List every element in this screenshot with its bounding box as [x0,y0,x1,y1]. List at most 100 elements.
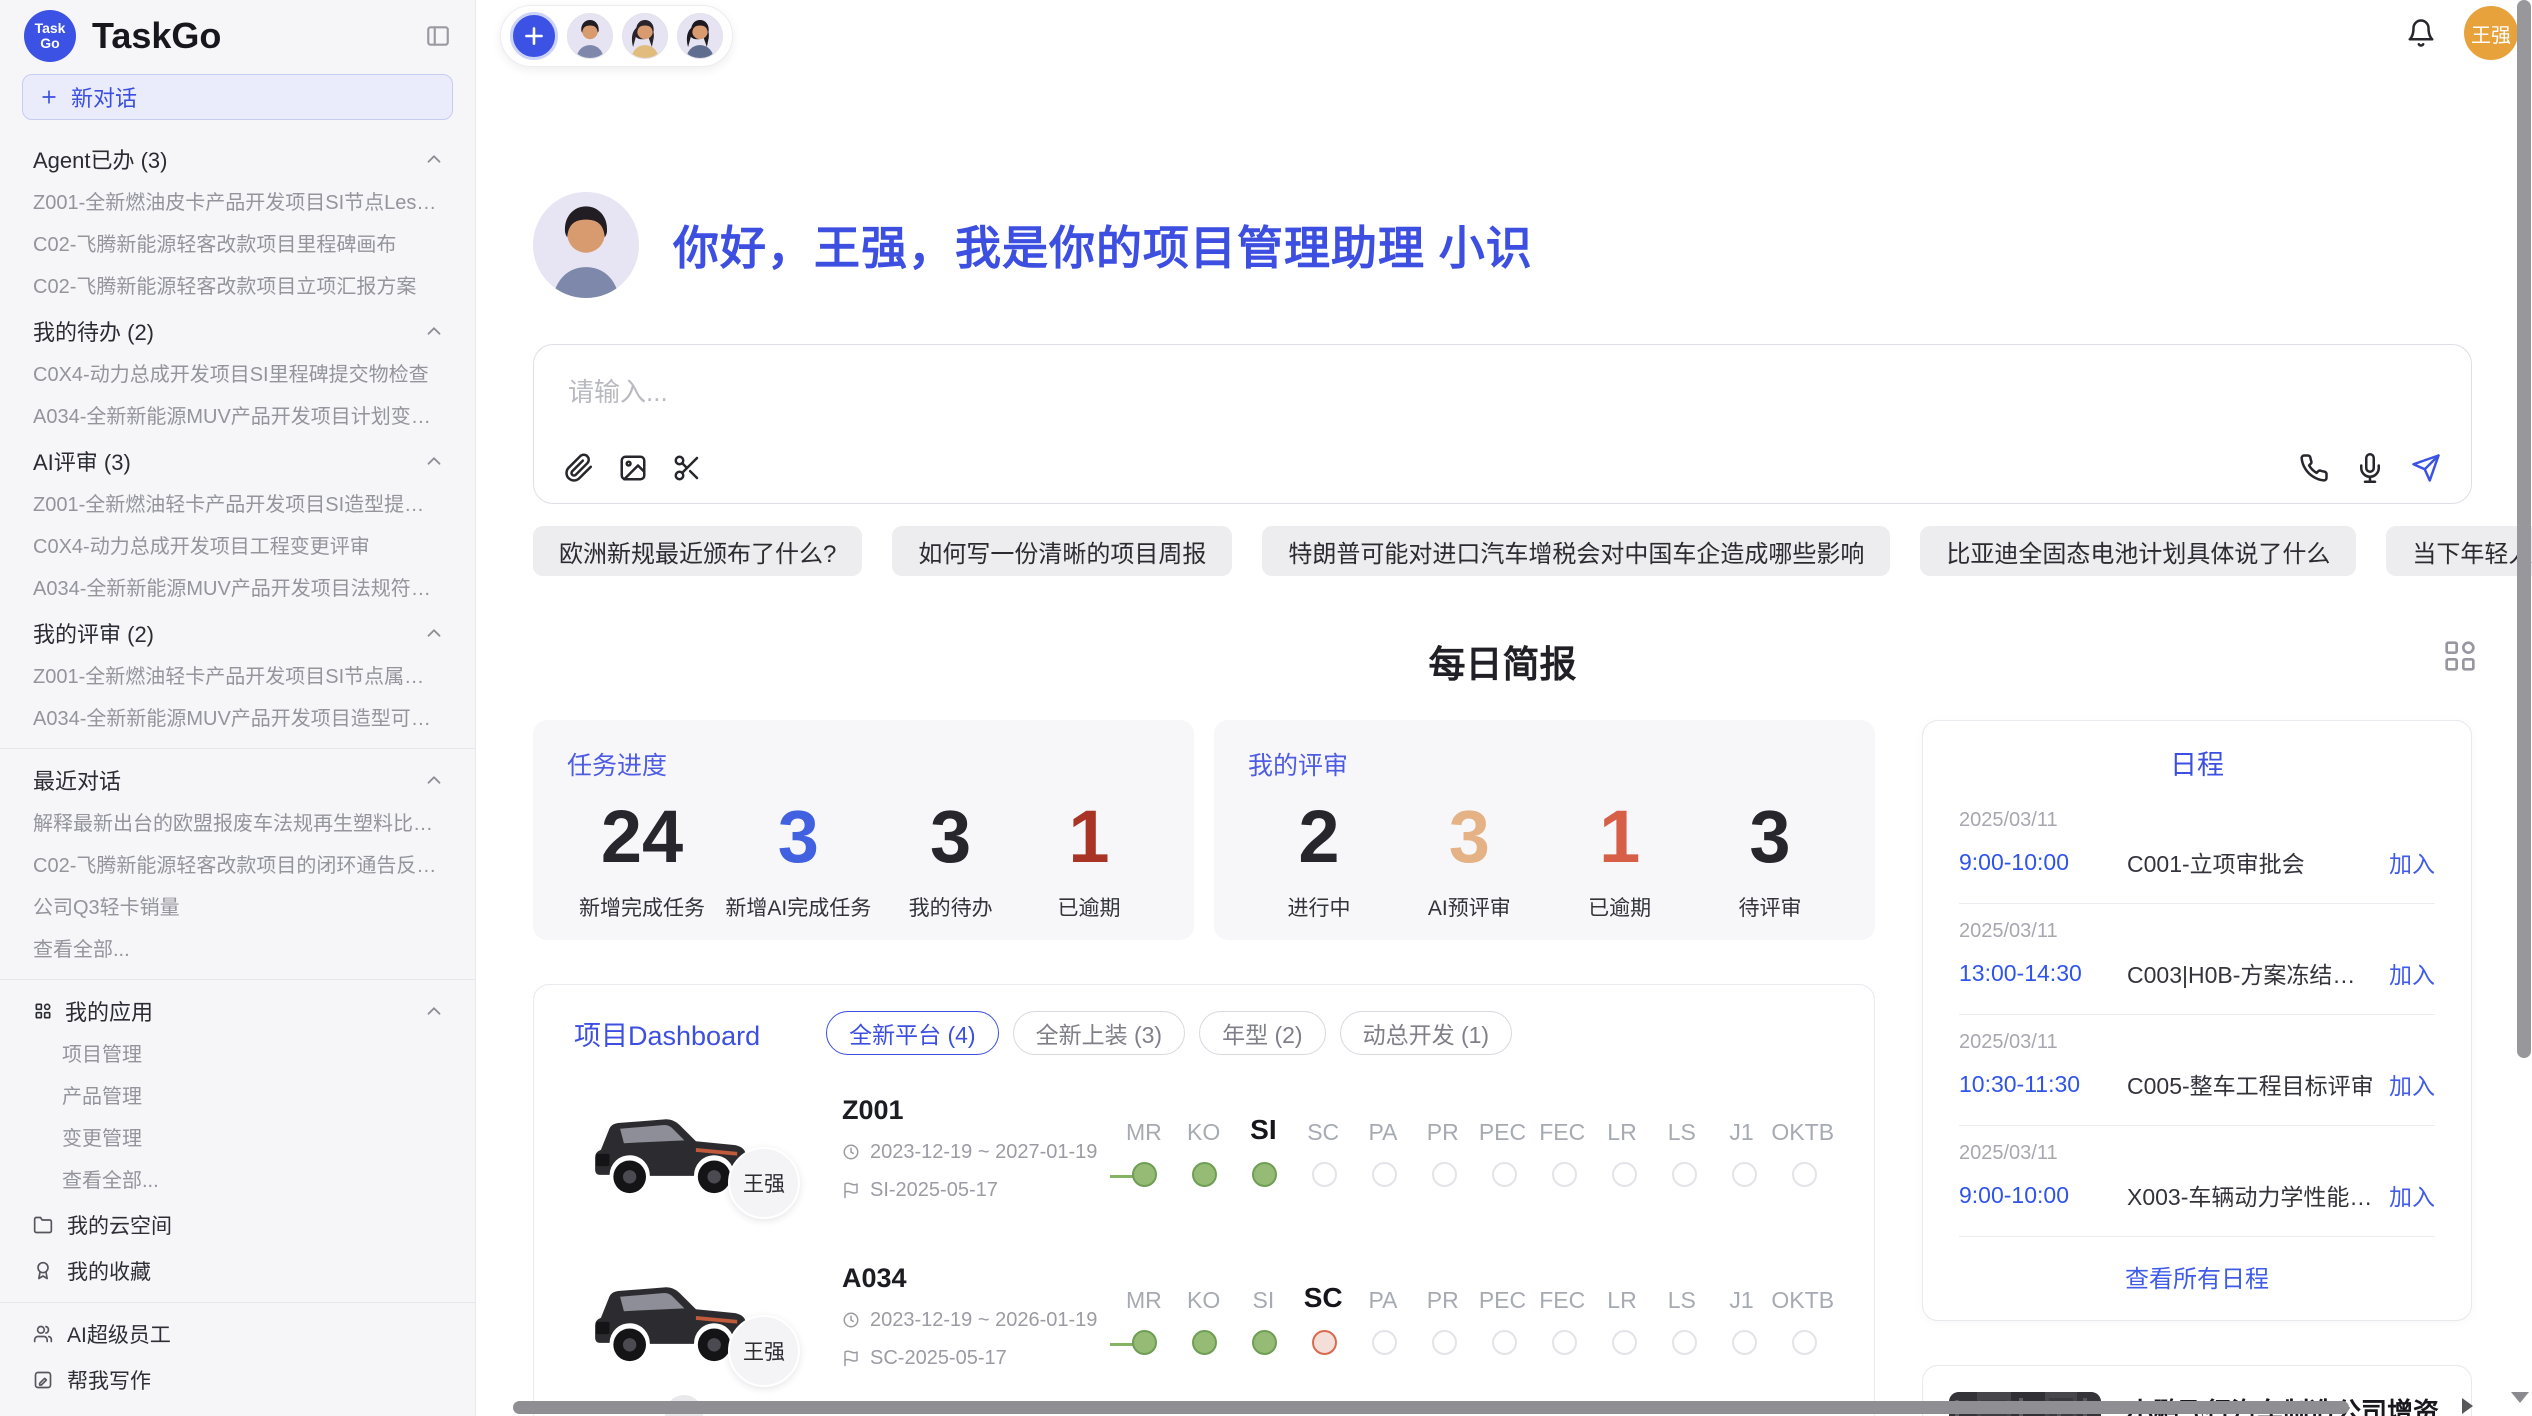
sidebar-item[interactable]: A034-全新新能源MUV产品开发项目造型可行性评审 [0,698,475,740]
sidebar-item[interactable]: C02-飞腾新能源轻客改款项目立项汇报方案 [0,266,475,308]
sidebar-section-header[interactable]: AI评审 (3) [0,438,475,484]
join-meeting-link[interactable]: 加入 [2389,956,2435,990]
sidebar-item-badge[interactable]: 我的收藏 [0,1248,475,1294]
project-row[interactable]: 王强A0342023-12-19 ~ 2026-01-19SC-2025-05-… [574,1241,1834,1391]
app-shortcut-item[interactable]: 项目管理 [0,1034,475,1076]
sidebar-section-header[interactable]: 最近对话 [0,757,475,803]
project-filter-tab[interactable]: 全新平台 (4) [826,1011,999,1055]
horizontal-scrollbar[interactable] [513,1401,2349,1414]
app-shortcut-item[interactable]: 变更管理 [0,1118,475,1160]
project-filter-tab[interactable]: 全新上装 (3) [1013,1011,1186,1055]
recent-chat-item[interactable]: 公司Q3轻卡销量 [0,887,475,929]
notifications-button[interactable] [2406,18,2436,48]
milestone-node[interactable] [1354,1330,1414,1358]
scroll-down-arrow[interactable] [2511,1392,2529,1403]
add-contact-button[interactable] [510,12,558,60]
sidebar-tool-item[interactable]: 创意制图 [0,1403,475,1416]
schedule-event[interactable]: 2025/03/119:00-10:00X003-车辆动力学性能验...加入 [1959,1126,2435,1237]
sidebar-item-folder[interactable]: 我的云空间 [0,1202,475,1248]
milestone-node[interactable] [1114,1330,1174,1358]
milestone-node[interactable] [1414,1330,1474,1358]
sidebar-item[interactable]: A034-全新新能源MUV产品开发项目计划变更表编写 [0,396,475,438]
user-avatar[interactable]: 王强 [2464,6,2518,60]
milestone-node[interactable] [1294,1162,1354,1190]
sidebar-item[interactable]: C02-飞腾新能源轻客改款项目里程碑画布 [0,224,475,266]
sidebar-item[interactable]: A034-全新新能源MUV产品开发项目法规符合性评审 [0,568,475,610]
sidebar-item[interactable]: C0X4-动力总成开发项目工程变更评审 [0,526,475,568]
send-icon[interactable] [2411,453,2441,483]
contact-avatar[interactable] [567,13,613,59]
milestone-node[interactable] [1474,1330,1534,1358]
milestone-node[interactable] [1354,1162,1414,1190]
milestone-node[interactable] [1654,1330,1714,1358]
suggestion-chip[interactable]: 如何写一份清晰的项目周报 [892,526,1232,576]
collapse-sidebar-button[interactable] [425,23,451,49]
milestone-node[interactable] [1174,1330,1234,1358]
milestone-node[interactable] [1414,1162,1474,1190]
app-shortcut-item[interactable]: 查看全部... [0,1160,475,1202]
stat-label: 新增完成任务 [579,892,705,922]
suggestion-chip[interactable]: 当下年轻人对汽车外观有怎样的喜好趋势 [2386,526,2532,576]
top-right-controls: 王强 [2406,6,2518,60]
milestone-node[interactable] [1774,1162,1834,1190]
recent-chat-item[interactable]: 查看全部... [0,929,475,971]
contact-avatar[interactable] [622,13,668,59]
sidebar-section-header[interactable]: 我的应用 [0,988,475,1034]
app-shortcut-item[interactable]: 产品管理 [0,1076,475,1118]
recent-chat-item[interactable]: C02-飞腾新能源轻客改款项目的闭环通告反馈情况 [0,845,475,887]
milestone-node[interactable] [1534,1162,1594,1190]
milestone-node[interactable] [1594,1330,1654,1358]
project-filter-tab[interactable]: 动总开发 (1) [1340,1011,1513,1055]
sidebar-item[interactable]: Z001-全新燃油轻卡产品开发项目SI节点属性5D文件评审 [0,656,475,698]
milestone-node[interactable] [1174,1162,1234,1190]
milestone-node[interactable] [1714,1330,1774,1358]
milestone-node[interactable] [1114,1162,1174,1190]
recent-chat-item[interactable]: 解释最新出台的欧盟报废车法规再生塑料比例被调至15%... [0,803,475,845]
milestone-node[interactable] [1654,1162,1714,1190]
join-meeting-link[interactable]: 加入 [2389,1178,2435,1212]
milestone-node[interactable] [1594,1162,1654,1190]
microphone-icon[interactable] [2355,453,2385,483]
new-chat-button[interactable]: 新对话 [22,74,453,120]
milestone-node[interactable] [1774,1330,1834,1358]
schedule-event[interactable]: 2025/03/1110:30-11:30C005-整车工程目标评审加入 [1959,1015,2435,1126]
scissors-icon[interactable] [672,453,702,483]
layout-toggle-button[interactable] [2440,636,2480,681]
scroll-right-arrow[interactable] [2462,1398,2473,1414]
suggestion-chip[interactable]: 比亚迪全固态电池计划具体说了什么 [1920,526,2356,576]
sidebar-tool-item[interactable]: AI超级员工 [0,1311,475,1357]
join-meeting-link[interactable]: 加入 [2389,845,2435,879]
sidebar-item[interactable]: Z001-全新燃油皮卡产品开发项目SI节点Lesson Learn报告 [0,182,475,224]
milestone-node[interactable] [1474,1162,1534,1190]
view-all-schedule-link[interactable]: 查看所有日程 [1923,1237,2471,1320]
person-illustration [533,192,639,298]
join-meeting-link[interactable]: 加入 [2389,1067,2435,1101]
milestone-node[interactable] [1234,1162,1294,1190]
contact-avatar[interactable] [677,13,723,59]
suggestion-chip[interactable]: 特朗普可能对进口汽车增税会对中国车企造成哪些影响 [1262,526,1890,576]
sidebar-section-header[interactable]: 我的待办 (2) [0,308,475,354]
suggestion-chip[interactable]: 欧洲新规最近颁布了什么? [533,526,862,576]
paperclip-icon[interactable] [564,453,594,483]
image-icon[interactable] [618,453,648,483]
sidebar-tool-item[interactable]: 帮我写作 [0,1357,475,1403]
sidebar-item[interactable]: Z001-全新燃油轻卡产品开发项目SI造型提交物评审 [0,484,475,526]
sidebar-header: Task Go TaskGo [0,10,475,62]
project-row[interactable]: 王强Z0012023-12-19 ~ 2027-01-19SI-2025-05-… [574,1073,1834,1223]
schedule-event[interactable]: 2025/03/119:00-10:00C001-立项审批会加入 [1959,793,2435,904]
project-filter-tab[interactable]: 年型 (2) [1199,1011,1326,1055]
phone-icon[interactable] [2299,453,2329,483]
stat-label: 新增AI完成任务 [725,892,871,922]
sidebar-item[interactable]: C0X4-动力总成开发项目SI里程碑提交物检查 [0,354,475,396]
daily-brief-header: 每日简报 [533,634,2472,678]
milestone-node[interactable] [1294,1330,1354,1358]
chat-input[interactable] [568,377,2151,408]
milestone-node[interactable] [1234,1330,1294,1358]
composer-actions [2299,453,2441,483]
milestone-node[interactable] [1534,1330,1594,1358]
vertical-scrollbar[interactable] [2517,0,2531,1058]
sidebar-section-header[interactable]: Agent已办 (3) [0,136,475,182]
sidebar-section-header[interactable]: 我的评审 (2) [0,610,475,656]
schedule-event[interactable]: 2025/03/1113:00-14:30C003|H0B-方案冻结评审加入 [1959,904,2435,1015]
milestone-node[interactable] [1714,1162,1774,1190]
